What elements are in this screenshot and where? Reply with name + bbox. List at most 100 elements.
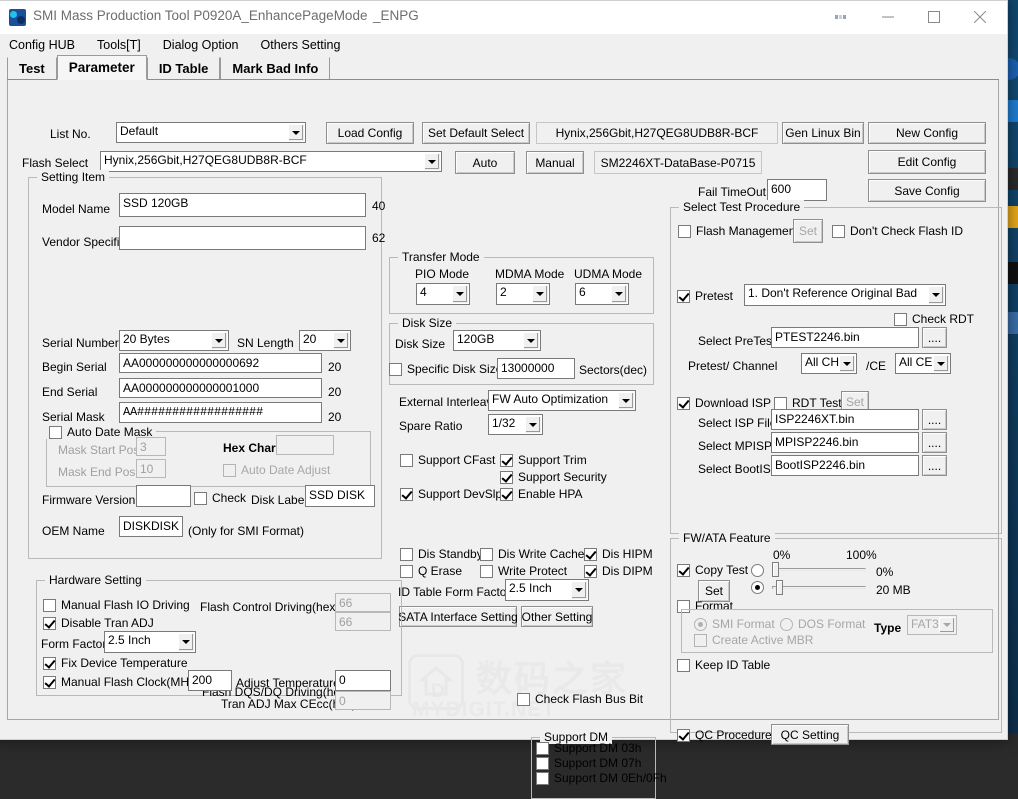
disk-label-input[interactable]: SSD DISK	[305, 485, 375, 507]
pretest-select[interactable]: 1. Don't Reference Original Bad	[744, 284, 946, 306]
menu-item-others-setting[interactable]: Others Setting	[259, 37, 343, 53]
maximize-button[interactable]	[911, 1, 957, 33]
dis-write-cache-label: Dis Write Cache	[498, 547, 584, 561]
select-mpisp-input[interactable]: MPISP2246.bin	[771, 432, 919, 453]
qc-setting-button[interactable]: QC Setting	[771, 724, 849, 745]
rdt-test-checkbox[interactable]: RDT Test	[774, 396, 842, 410]
list-no-select[interactable]: Default	[116, 122, 306, 143]
q-erase-checkbox[interactable]: Q Erase	[400, 564, 462, 578]
pretest-channel-select[interactable]: All CH	[801, 353, 857, 374]
serial-number-select[interactable]: 20 Bytes	[119, 330, 229, 351]
manual-flash-clock-input[interactable]: 200	[188, 670, 232, 691]
edit-config-button[interactable]: Edit Config	[868, 150, 986, 174]
mdma-mode-select[interactable]: 2	[496, 283, 550, 305]
copy-test-slider-2[interactable]	[772, 580, 866, 596]
support-cfast-checkbox[interactable]: Support CFast	[400, 453, 495, 467]
load-config-button[interactable]: Load Config	[326, 122, 414, 144]
select-pretest-browse-button[interactable]: ....	[922, 327, 947, 348]
gen-linux-bin-button[interactable]: Gen Linux Bin	[782, 122, 864, 144]
sata-interface-setting-button[interactable]: SATA Interface Setting	[399, 606, 517, 627]
tab-parameter[interactable]: Parameter	[57, 55, 147, 80]
auto-button[interactable]: Auto	[455, 151, 515, 174]
mask-start-pos-label: Mask Start Pos	[58, 443, 139, 457]
more-options-button[interactable]	[819, 1, 865, 33]
firmware-version-input[interactable]	[136, 485, 191, 507]
dont-check-flash-id-checkbox[interactable]: Don't Check Flash ID	[832, 224, 963, 238]
menu-item-dialog-option[interactable]: Dialog Option	[161, 37, 241, 53]
vendor-specific-input[interactable]	[119, 226, 366, 250]
select-pretest-input[interactable]: PTEST2246.bin	[771, 327, 919, 348]
sectors-input[interactable]: 13000000	[497, 358, 575, 379]
adjust-temperature-input[interactable]: 0	[335, 670, 391, 691]
support-devslp-checkbox[interactable]: Support DevSlp	[400, 487, 502, 501]
minimize-button[interactable]	[865, 1, 911, 33]
copy-test-radio-1[interactable]	[751, 564, 769, 577]
model-name-input[interactable]: SSD 120GB	[119, 193, 366, 217]
oem-name-input[interactable]: DISKDISK	[119, 516, 183, 537]
firmware-check-checkbox[interactable]: Check	[194, 491, 246, 505]
copy-test-radio-2[interactable]	[751, 581, 769, 594]
slider-thumb[interactable]	[772, 562, 779, 577]
fix-device-temperature-checkbox[interactable]: Fix Device Temperature	[43, 656, 188, 670]
fail-timeout-input[interactable]: 600	[767, 179, 827, 201]
menu-item-tools[interactable]: Tools[T]	[95, 37, 143, 53]
manual-flash-io-driving-checkbox[interactable]: Manual Flash IO Driving	[43, 598, 190, 612]
hw-form-factor-select[interactable]: 2.5 Inch	[104, 631, 196, 653]
id-table-form-factor-select[interactable]: 2.5 Inch	[505, 579, 589, 601]
support-trim-checkbox[interactable]: Support Trim	[500, 453, 587, 467]
sn-length-select[interactable]: 20	[299, 330, 351, 351]
enable-hpa-checkbox[interactable]: Enable HPA	[500, 487, 582, 501]
copy-test-checkbox[interactable]: Copy Test	[677, 563, 748, 577]
write-protect-checkbox[interactable]: Write Protect	[480, 564, 567, 578]
flash-management-checkbox[interactable]: Flash Management	[678, 224, 799, 238]
new-config-button[interactable]: New Config	[868, 122, 986, 144]
tab-id-table[interactable]: ID Table	[147, 57, 221, 79]
flash-select-combo[interactable]: Hynix,256Gbit,H27QEG8UDB8R-BCF	[100, 151, 442, 172]
support-security-checkbox[interactable]: Support Security	[500, 470, 607, 484]
set-default-select-button[interactable]: Set Default Select	[422, 122, 530, 144]
pretest-checkbox[interactable]: Pretest	[677, 289, 733, 303]
check-flash-bus-bit-checkbox[interactable]: Check Flash Bus Bit	[517, 692, 643, 706]
other-setting-button[interactable]: Other Setting	[521, 606, 593, 627]
pio-mode-select[interactable]: 4	[416, 283, 470, 305]
disk-size-value: 120GB	[457, 332, 494, 346]
dis-dipm-checkbox[interactable]: Dis DIPM	[584, 564, 653, 578]
spare-ratio-select[interactable]: 1/32	[488, 414, 543, 435]
save-config-button[interactable]: Save Config	[868, 179, 986, 202]
copy-test-slider-1[interactable]	[772, 562, 866, 578]
disable-tran-adj-checkbox[interactable]: Disable Tran ADJ	[43, 616, 154, 630]
download-isp-checkbox[interactable]: Download ISP	[677, 396, 771, 410]
manual-flash-clock-checkbox[interactable]: Manual Flash Clock(MHz)	[43, 675, 199, 689]
flash-select-label: Flash Select	[22, 156, 88, 170]
select-bootisp-browse-button[interactable]: ....	[922, 455, 947, 476]
close-button[interactable]	[957, 1, 1003, 33]
select-isp-file-browse-button[interactable]: ....	[922, 409, 947, 430]
begin-serial-input[interactable]: AA000000000000000692	[119, 353, 322, 373]
tab-mark-bad-info[interactable]: Mark Bad Info	[220, 57, 330, 79]
select-mpisp-browse-button[interactable]: ....	[922, 432, 947, 453]
dis-write-cache-checkbox[interactable]: Dis Write Cache	[480, 547, 584, 561]
external-interleave-select[interactable]: FW Auto Optimization	[488, 390, 636, 411]
udma-mode-select[interactable]: 6	[575, 283, 629, 305]
hw-form-factor-label: Form Factor	[41, 637, 106, 651]
support-dm-0eh-0fh-checkbox[interactable]: Support DM 0Eh/0Fh	[536, 771, 667, 785]
check-rdt-checkbox[interactable]: Check RDT	[894, 312, 974, 326]
ce-select[interactable]: All CE	[895, 353, 951, 374]
select-isp-file-input[interactable]: ISP2246XT.bin	[771, 409, 919, 430]
keep-id-table-checkbox[interactable]: Keep ID Table	[677, 658, 770, 672]
select-bootisp-input[interactable]: BootISP2246.bin	[771, 455, 919, 476]
end-serial-input[interactable]: AA000000000000001000	[119, 378, 322, 398]
support-dm-07h-checkbox[interactable]: Support DM 07h	[536, 756, 641, 770]
menu-item-config-hub[interactable]: Config HUB	[7, 37, 77, 53]
disk-size-select[interactable]: 120GB	[453, 330, 541, 351]
qc-procedure-checkbox[interactable]: QC Procedure	[677, 728, 772, 742]
serial-mask-input[interactable]: AA##################	[119, 402, 322, 423]
manual-button[interactable]: Manual	[526, 151, 584, 174]
slider-thumb[interactable]	[776, 580, 783, 595]
support-dm-03h-checkbox[interactable]: Support DM 03h	[536, 741, 641, 755]
dis-standby-checkbox[interactable]: Dis Standby	[400, 547, 483, 561]
specific-disk-size-checkbox[interactable]: Specific Disk Size	[389, 362, 502, 376]
tab-test[interactable]: Test	[7, 57, 57, 79]
dis-hipm-checkbox[interactable]: Dis HIPM	[584, 547, 653, 561]
serial-number-label: Serial Number	[42, 336, 119, 350]
